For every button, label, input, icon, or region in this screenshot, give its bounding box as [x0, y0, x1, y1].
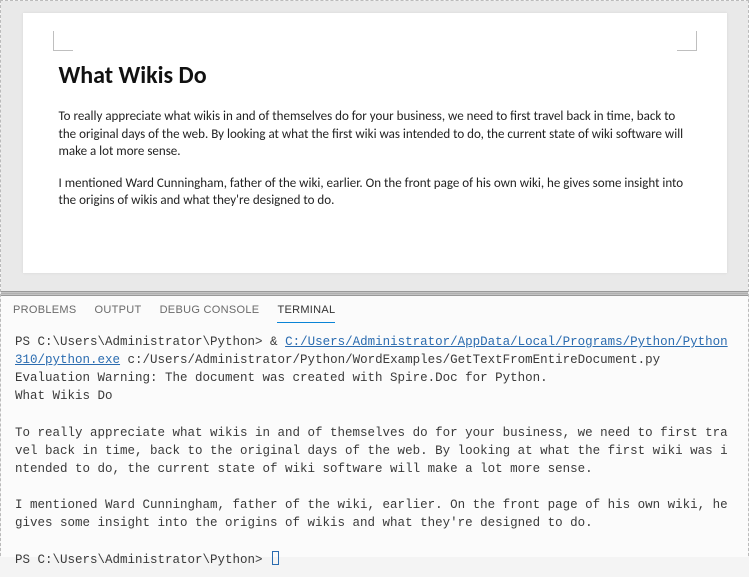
tab-terminal[interactable]: TERMINAL	[277, 304, 335, 323]
document-preview-area: What Wikis Do To really appreciate what …	[1, 1, 748, 291]
document-heading: What Wikis Do	[59, 61, 691, 90]
terminal-output-line: To really appreciate what wikis in and o…	[15, 426, 728, 476]
crop-mark-icon	[677, 31, 697, 51]
terminal-prompt: PS C:\Users\Administrator\Python>	[15, 335, 270, 349]
tab-output[interactable]: OUTPUT	[95, 304, 142, 323]
document-paragraph: I mentioned Ward Cunningham, father of t…	[59, 175, 691, 210]
terminal-output-line: I mentioned Ward Cunningham, father of t…	[15, 498, 735, 530]
terminal-warning: Evaluation Warning: The document was cre…	[15, 371, 548, 385]
terminal-output[interactable]: PS C:\Users\Administrator\Python> & C:/U…	[1, 323, 748, 577]
crop-mark-icon	[53, 31, 73, 51]
document-paragraph: To really appreciate what wikis in and o…	[59, 108, 691, 161]
tab-problems[interactable]: PROBLEMS	[13, 304, 77, 323]
terminal-prompt: PS C:\Users\Administrator\Python>	[15, 553, 270, 567]
bottom-panel: PROBLEMS OUTPUT DEBUG CONSOLE TERMINAL P…	[1, 296, 748, 557]
cursor-icon	[272, 551, 279, 565]
terminal-text: &	[270, 335, 285, 349]
panel-tabs: PROBLEMS OUTPUT DEBUG CONSOLE TERMINAL	[1, 296, 748, 323]
terminal-output-line: What Wikis Do	[15, 389, 113, 403]
terminal-text: c:/Users/Administrator/Python/WordExampl…	[120, 353, 660, 367]
tab-debug-console[interactable]: DEBUG CONSOLE	[160, 304, 260, 323]
document-page: What Wikis Do To really appreciate what …	[23, 13, 727, 273]
